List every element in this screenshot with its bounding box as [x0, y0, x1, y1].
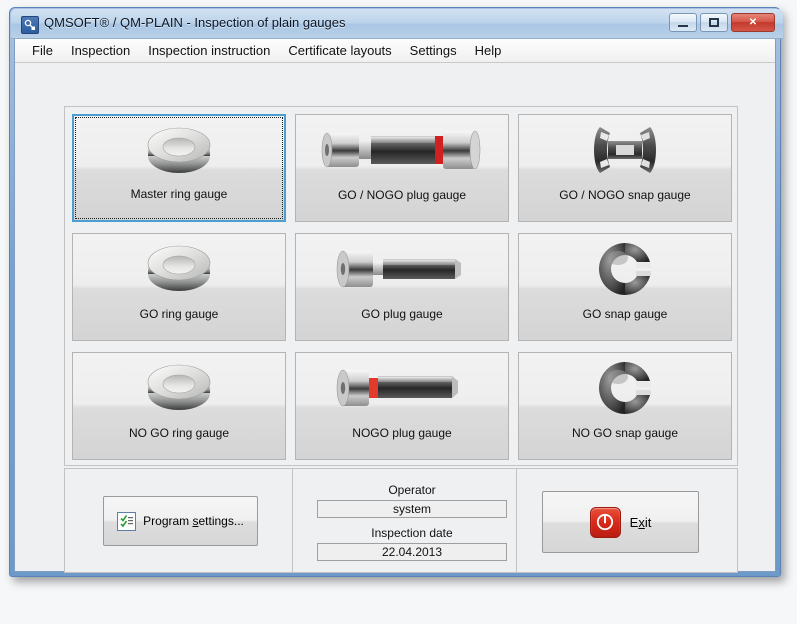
close-icon: ✕ — [748, 17, 758, 28]
gauge-tile-label: GO snap gauge — [582, 307, 668, 321]
maximize-icon — [709, 18, 719, 27]
application-window: QMSOFT® / QM-PLAIN - Inspection of plain… — [9, 7, 783, 577]
operator-label: Operator — [388, 483, 436, 497]
window-inner: QMSOFT® / QM-PLAIN - Inspection of plain… — [11, 9, 783, 573]
gauge-tile-label: NO GO ring gauge — [128, 426, 230, 440]
gauge-tile-label: GO plug gauge — [361, 307, 443, 321]
program-settings-label: Program settings... — [143, 514, 244, 528]
minimize-button[interactable] — [669, 13, 697, 32]
menu-item-certificate-layouts[interactable]: Certificate layouts — [279, 40, 400, 61]
gauge-tile-master-ring-gauge[interactable]: Master ring gauge — [72, 114, 286, 222]
exit-label: Exit — [629, 514, 652, 530]
gauge-tile-no-go-ring-gauge[interactable]: NO GO ring gauge — [72, 352, 286, 460]
title-bar[interactable]: QMSOFT® / QM-PLAIN - Inspection of plain… — [11, 9, 783, 39]
double-plug-gauge-icon — [296, 119, 508, 181]
ring-gauge-icon — [73, 357, 285, 419]
menu-item-inspection[interactable]: Inspection — [62, 40, 139, 61]
panel-divider-right — [516, 469, 517, 572]
gauge-tile-nogo-plug-gauge[interactable]: NOGO plug gauge — [295, 352, 509, 460]
window-title: QMSOFT® / QM-PLAIN - Inspection of plain… — [44, 15, 346, 30]
gauge-tile-label: GO / NOGO plug gauge — [337, 188, 467, 202]
gauge-tile-label: Master ring gauge — [130, 187, 228, 201]
snap-gauge-icon — [519, 357, 731, 419]
client-area: Master ring gauge GO / NOGO plug gauge G… — [15, 63, 775, 573]
gauge-tile-label: NOGO plug gauge — [352, 426, 452, 440]
gauge-tile-grid: Master ring gauge GO / NOGO plug gauge G… — [72, 114, 732, 460]
bottom-panel: Program settings... Operator system Insp… — [64, 468, 738, 573]
minimize-icon — [678, 25, 688, 27]
maximize-button[interactable] — [700, 13, 728, 32]
power-icon — [589, 506, 621, 538]
nogo-plug-gauge-icon — [296, 357, 508, 419]
snap-gauge-icon — [519, 238, 731, 300]
gauge-tile-go-plug-gauge[interactable]: GO plug gauge — [295, 233, 509, 341]
gauge-tile-go-snap-gauge[interactable]: GO snap gauge — [518, 233, 732, 341]
gauge-selection-panel: Master ring gauge GO / NOGO plug gauge G… — [64, 106, 738, 466]
checklist-icon — [117, 511, 137, 531]
menu-item-file[interactable]: File — [23, 40, 62, 61]
inspection-date-field[interactable]: 22.04.2013 — [317, 543, 507, 561]
menu-bar: File Inspection Inspection instruction C… — [15, 39, 775, 63]
ring-gauge-icon — [73, 238, 285, 300]
gauge-tile-label: GO / NOGO snap gauge — [559, 188, 691, 202]
gauge-tile-no-go-snap-gauge[interactable]: NO GO snap gauge — [518, 352, 732, 460]
ring-gauge-icon — [74, 120, 284, 182]
inspection-date-label: Inspection date — [371, 526, 453, 540]
plug-gauge-icon — [296, 238, 508, 300]
gauge-tile-go-nogo-plug-gauge[interactable]: GO / NOGO plug gauge — [295, 114, 509, 222]
gauge-tile-label: GO ring gauge — [139, 307, 219, 321]
menu-item-settings[interactable]: Settings — [401, 40, 466, 61]
operator-field[interactable]: system — [317, 500, 507, 518]
program-settings-button[interactable]: Program settings... — [103, 496, 258, 546]
gauge-tile-label: NO GO snap gauge — [571, 426, 679, 440]
menu-item-help[interactable]: Help — [466, 40, 511, 61]
double-snap-gauge-icon — [519, 119, 731, 181]
exit-button[interactable]: Exit — [542, 491, 699, 553]
app-icon — [21, 16, 39, 34]
gauge-tile-go-ring-gauge[interactable]: GO ring gauge — [72, 233, 286, 341]
panel-divider-left — [292, 469, 293, 572]
gauge-tile-go-nogo-snap-gauge[interactable]: GO / NOGO snap gauge — [518, 114, 732, 222]
close-button[interactable]: ✕ — [731, 13, 775, 32]
menu-item-inspection-instruction[interactable]: Inspection instruction — [139, 40, 279, 61]
